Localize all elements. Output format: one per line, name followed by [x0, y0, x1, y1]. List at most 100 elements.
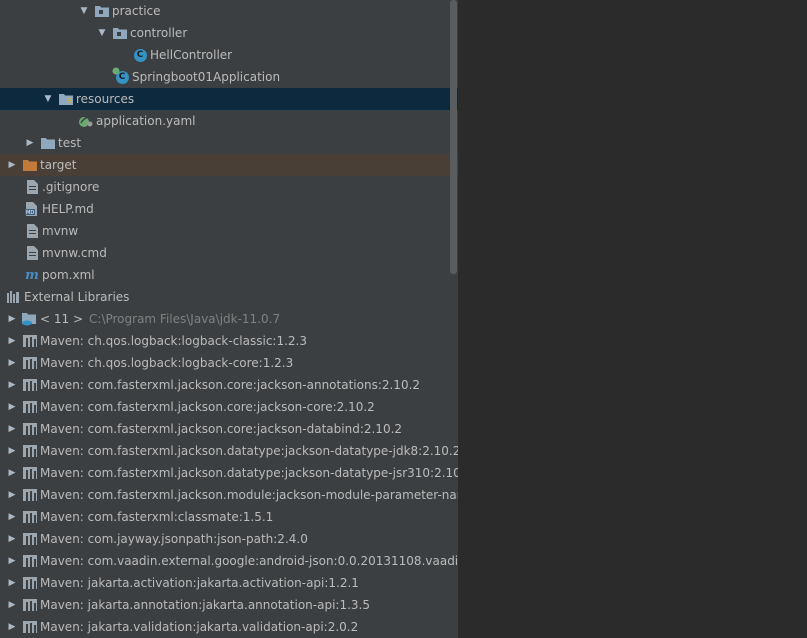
- library-jar-icon: [22, 619, 38, 635]
- tree-node-mvnw[interactable]: mvnw: [0, 220, 458, 242]
- tree-node-label: Maven: com.jayway.jsonpath:json-path:2.4…: [40, 532, 308, 546]
- tree-node-gitignore[interactable]: .gitignore: [0, 176, 458, 198]
- tree-node-maven-library[interactable]: ▶ Maven: com.fasterxml.jackson.module:ja…: [0, 484, 458, 506]
- package-folder-icon: [112, 25, 128, 41]
- tree-node-resources[interactable]: ▼ resources: [0, 88, 458, 110]
- tree-node-label: Springboot01Application: [132, 70, 281, 84]
- text-file-icon: [24, 223, 40, 239]
- project-tree-panel[interactable]: ▼ practice ▼ controller C HellController…: [0, 0, 458, 638]
- excluded-folder-icon: [22, 157, 38, 173]
- library-jar-icon: [22, 465, 38, 481]
- tree-node-label: controller: [130, 26, 188, 40]
- tree-node-label: Maven: com.fasterxml.jackson.core:jackso…: [40, 400, 375, 414]
- tree-node-maven-library[interactable]: ▶ Maven: jakarta.validation:jakarta.vali…: [0, 616, 458, 638]
- package-folder-icon: [94, 3, 110, 19]
- chevron-right-icon[interactable]: ▶: [6, 506, 18, 528]
- library-jar-icon: [22, 399, 38, 415]
- chevron-right-icon[interactable]: ▶: [6, 462, 18, 484]
- tree-node-maven-library[interactable]: ▶ Maven: com.fasterxml.jackson.datatype:…: [0, 440, 458, 462]
- tree-node-label: Maven: com.fasterxml.jackson.module:jack…: [40, 488, 458, 502]
- chevron-right-icon[interactable]: ▶: [6, 572, 18, 594]
- tree-node-label: HellController: [150, 48, 233, 62]
- tree-node-practice[interactable]: ▼ practice: [0, 0, 458, 22]
- chevron-right-icon[interactable]: ▶: [6, 594, 18, 616]
- tree-node-label: HELP.md: [42, 202, 94, 216]
- tree-node-maven-library[interactable]: ▶ Maven: com.fasterxml:classmate:1.5.1: [0, 506, 458, 528]
- library-jar-icon: [22, 509, 38, 525]
- tree-node-label: < 11 >: [40, 312, 84, 326]
- tree-scrollbar-thumb[interactable]: [450, 0, 457, 274]
- tree-node-maven-library[interactable]: ▶ Maven: com.jayway.jsonpath:json-path:2…: [0, 528, 458, 550]
- chevron-right-icon[interactable]: ▶: [6, 154, 18, 176]
- library-jar-icon: [22, 575, 38, 591]
- chevron-right-icon[interactable]: ▶: [6, 308, 18, 330]
- tree-node-label: Maven: com.fasterxml.jackson.core:jackso…: [40, 378, 421, 392]
- tree-node-maven-library[interactable]: ▶ Maven: com.fasterxml.jackson.core:jack…: [0, 396, 458, 418]
- spring-boot-class-icon: C: [112, 67, 130, 85]
- chevron-right-icon[interactable]: ▶: [6, 418, 18, 440]
- tree-node-help-md[interactable]: MD HELP.md: [0, 198, 458, 220]
- tree-node-maven-library[interactable]: ▶ Maven: jakarta.activation:jakarta.acti…: [0, 572, 458, 594]
- tree-node-maven-library[interactable]: ▶ Maven: ch.qos.logback:logback-classic:…: [0, 330, 458, 352]
- tree-node-maven-library[interactable]: ▶ Maven: com.vaadin.external.google:andr…: [0, 550, 458, 572]
- tree-node-label: Maven: com.vaadin.external.google:androi…: [40, 554, 458, 568]
- tree-node-maven-library[interactable]: ▶ Maven: ch.qos.logback:logback-core:1.2…: [0, 352, 458, 374]
- tree-node-label: practice: [112, 4, 161, 18]
- chevron-right-icon[interactable]: ▶: [6, 330, 18, 352]
- chevron-right-icon[interactable]: ▶: [6, 396, 18, 418]
- tree-node-label: mvnw.cmd: [42, 246, 107, 260]
- library-jar-icon: [22, 443, 38, 459]
- yaml-config-icon: [78, 113, 94, 129]
- tree-node-target[interactable]: ▶ target: [0, 154, 458, 176]
- chevron-right-icon[interactable]: ▶: [6, 352, 18, 374]
- tree-node-label: External Libraries: [24, 290, 130, 304]
- chevron-down-icon[interactable]: ▼: [78, 0, 90, 22]
- tree-node-label: application.yaml: [96, 114, 196, 128]
- java-class-icon: C: [132, 47, 148, 63]
- chevron-right-icon[interactable]: ▶: [6, 550, 18, 572]
- tree-node-maven-library[interactable]: ▶ Maven: com.fasterxml.jackson.core:jack…: [0, 418, 458, 440]
- tree-node-label: pom.xml: [42, 268, 95, 282]
- tree-node-maven-library[interactable]: ▶ Maven: com.fasterxml.jackson.datatype:…: [0, 462, 458, 484]
- tree-node-test[interactable]: ▶ test: [0, 132, 458, 154]
- tree-node-maven-library[interactable]: ▶ Maven: com.fasterxml.jackson.core:jack…: [0, 374, 458, 396]
- tree-node-label: Maven: jakarta.activation:jakarta.activa…: [40, 576, 359, 590]
- tree-node-label: Maven: ch.qos.logback:logback-core:1.2.3: [40, 356, 294, 370]
- folder-icon: [40, 135, 56, 151]
- maven-file-icon: m: [25, 267, 39, 283]
- tree-node-springboot-application[interactable]: C Springboot01Application: [0, 66, 458, 88]
- chevron-right-icon[interactable]: ▶: [6, 616, 18, 638]
- tree-node-external-libraries[interactable]: External Libraries: [0, 286, 458, 308]
- tree-node-hellcontroller[interactable]: C HellController: [0, 44, 458, 66]
- tree-node-pom-xml[interactable]: m pom.xml: [0, 264, 458, 286]
- tree-node-label: Maven: com.fasterxml.jackson.datatype:ja…: [40, 466, 458, 480]
- chevron-right-icon[interactable]: ▶: [6, 374, 18, 396]
- chevron-right-icon[interactable]: ▶: [6, 440, 18, 462]
- library-jar-icon: [22, 333, 38, 349]
- tree-node-label: Maven: jakarta.annotation:jakarta.annota…: [40, 598, 370, 612]
- tree-node-mvnw-cmd[interactable]: mvnw.cmd: [0, 242, 458, 264]
- chevron-down-icon[interactable]: ▼: [96, 22, 108, 44]
- tree-node-label: Maven: jakarta.validation:jakarta.valida…: [40, 620, 359, 634]
- tree-node-label: Maven: com.fasterxml.jackson.datatype:ja…: [40, 444, 458, 458]
- tree-node-maven-library[interactable]: ▶ Maven: jakarta.annotation:jakarta.anno…: [0, 594, 458, 616]
- tree-node-jdk[interactable]: ▶ < 11 > C:\Program Files\Java\jdk-11.0.…: [0, 308, 458, 330]
- tree-node-label: test: [58, 136, 82, 150]
- tree-node-controller[interactable]: ▼ controller: [0, 22, 458, 44]
- libraries-icon: [6, 289, 22, 305]
- resources-folder-icon: [58, 91, 74, 107]
- chevron-right-icon[interactable]: ▶: [24, 132, 36, 154]
- chevron-down-icon[interactable]: ▼: [42, 88, 54, 110]
- chevron-right-icon[interactable]: ▶: [6, 484, 18, 506]
- library-jar-icon: [22, 531, 38, 547]
- tree-node-application-yaml[interactable]: application.yaml: [0, 110, 458, 132]
- library-jar-icon: [22, 421, 38, 437]
- chevron-right-icon[interactable]: ▶: [6, 528, 18, 550]
- editor-area[interactable]: [458, 0, 807, 638]
- text-file-icon: [24, 179, 40, 195]
- tree-node-label: target: [40, 158, 77, 172]
- library-jar-icon: [22, 355, 38, 371]
- tree-node-label: .gitignore: [42, 180, 100, 194]
- text-file-icon: [24, 245, 40, 261]
- jdk-folder-icon: [22, 311, 38, 327]
